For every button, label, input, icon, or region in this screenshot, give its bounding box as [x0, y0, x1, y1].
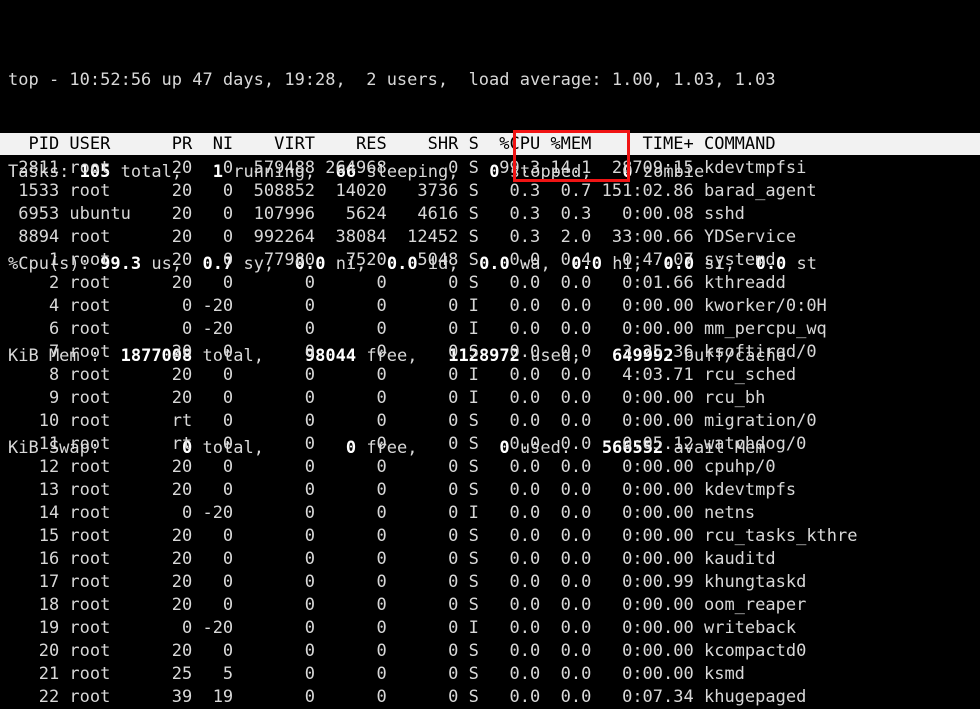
uptime-line-text: top - 10:52:56 up 47 days, 19:28, 2 user…	[8, 70, 776, 90]
process-table-header[interactable]: PID USER PR NI VIRT RES SHR S %CPU %MEM …	[0, 133, 980, 155]
process-table-body: 2811 root 20 0 579488 264968 0 S 99.3 14…	[8, 157, 980, 709]
table-row[interactable]: 7 root 20 0 0 0 0 S 0.0 0.0 3:25.36 ksof…	[8, 341, 980, 364]
table-row[interactable]: 14 root 0 -20 0 0 0 I 0.0 0.0 0:00.00 ne…	[8, 502, 980, 525]
table-row[interactable]: 11 root rt 0 0 0 0 S 0.0 0.0 0:05.12 wat…	[8, 433, 980, 456]
table-row[interactable]: 10 root rt 0 0 0 0 S 0.0 0.0 0:00.00 mig…	[8, 410, 980, 433]
table-row[interactable]: 6 root 0 -20 0 0 0 I 0.0 0.0 0:00.00 mm_…	[8, 318, 980, 341]
terminal-window: top - 10:52:56 up 47 days, 19:28, 2 user…	[0, 0, 980, 707]
table-row[interactable]: 13 root 20 0 0 0 0 S 0.0 0.0 0:00.00 kde…	[8, 479, 980, 502]
table-row[interactable]: 2 root 20 0 0 0 0 S 0.0 0.0 0:01.66 kthr…	[8, 272, 980, 295]
table-row[interactable]: 15 root 20 0 0 0 0 S 0.0 0.0 0:00.00 rcu…	[8, 525, 980, 548]
table-row[interactable]: 4 root 0 -20 0 0 0 I 0.0 0.0 0:00.00 kwo…	[8, 295, 980, 318]
table-row[interactable]: 1 root 20 0 77980 7520 5048 S 0.0 0.4 0:…	[8, 249, 980, 272]
uptime-line: top - 10:52:56 up 47 days, 19:28, 2 user…	[8, 69, 980, 92]
table-row[interactable]: 20 root 20 0 0 0 0 S 0.0 0.0 0:00.00 kco…	[8, 640, 980, 663]
table-row[interactable]: 19 root 0 -20 0 0 0 I 0.0 0.0 0:00.00 wr…	[8, 617, 980, 640]
table-row[interactable]: 17 root 20 0 0 0 0 S 0.0 0.0 0:00.99 khu…	[8, 571, 980, 594]
table-row[interactable]: 8894 root 20 0 992264 38084 12452 S 0.3 …	[8, 226, 980, 249]
table-row[interactable]: 9 root 20 0 0 0 0 I 0.0 0.0 0:00.00 rcu_…	[8, 387, 980, 410]
table-row[interactable]: 12 root 20 0 0 0 0 S 0.0 0.0 0:00.00 cpu…	[8, 456, 980, 479]
table-row[interactable]: 2811 root 20 0 579488 264968 0 S 99.3 14…	[8, 157, 980, 180]
table-row[interactable]: 8 root 20 0 0 0 0 I 0.0 0.0 4:03.71 rcu_…	[8, 364, 980, 387]
table-row[interactable]: 16 root 20 0 0 0 0 S 0.0 0.0 0:00.00 kau…	[8, 548, 980, 571]
table-row[interactable]: 21 root 25 5 0 0 0 S 0.0 0.0 0:00.00 ksm…	[8, 663, 980, 686]
table-row[interactable]: 18 root 20 0 0 0 0 S 0.0 0.0 0:00.00 oom…	[8, 594, 980, 617]
process-table-header-text: PID USER PR NI VIRT RES SHR S %CPU %MEM …	[8, 134, 776, 154]
table-row[interactable]: 22 root 39 19 0 0 0 S 0.0 0.0 0:07.34 kh…	[8, 686, 980, 709]
table-row[interactable]: 1533 root 20 0 508852 14020 3736 S 0.3 0…	[8, 180, 980, 203]
table-row[interactable]: 6953 ubuntu 20 0 107996 5624 4616 S 0.3 …	[8, 203, 980, 226]
